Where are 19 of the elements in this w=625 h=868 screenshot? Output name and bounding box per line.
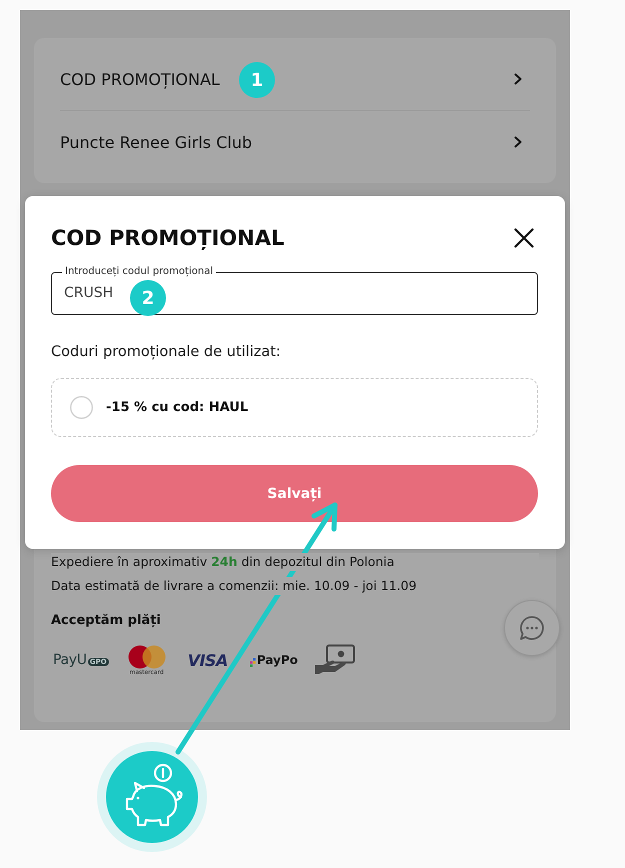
menu-item[interactable]: COD PROMOȚIONAL — [60, 70, 220, 88]
section-heading: Acceptăm plăți — [51, 612, 162, 630]
radio-button-icon[interactable] — [70, 396, 93, 419]
menu-item[interactable]: Puncte Renee Girls Club — [60, 132, 252, 152]
payment-logo-text: PayU — [53, 652, 87, 668]
close-icon — [514, 228, 534, 248]
payment-logo-text: PayPo — [256, 653, 298, 667]
chevron-right-icon[interactable] — [514, 73, 522, 85]
close-button[interactable] — [514, 228, 534, 248]
dialog-title: COD PROMOȚIONAL — [51, 225, 284, 252]
overlapping-circles-icon — [128, 644, 166, 668]
section-label: Coduri promoționale de utilizat: — [51, 343, 282, 362]
chevron-right-icon[interactable] — [514, 136, 522, 148]
chat-bubble-icon — [518, 614, 546, 642]
piggy-bank-icon — [97, 742, 207, 852]
payment-logo-text: VISA — [188, 650, 228, 670]
cash-hand-icon — [314, 644, 356, 676]
dots-icon — [250, 658, 256, 666]
promo-option[interactable]: -15 % cu cod: HAUL — [51, 378, 538, 437]
